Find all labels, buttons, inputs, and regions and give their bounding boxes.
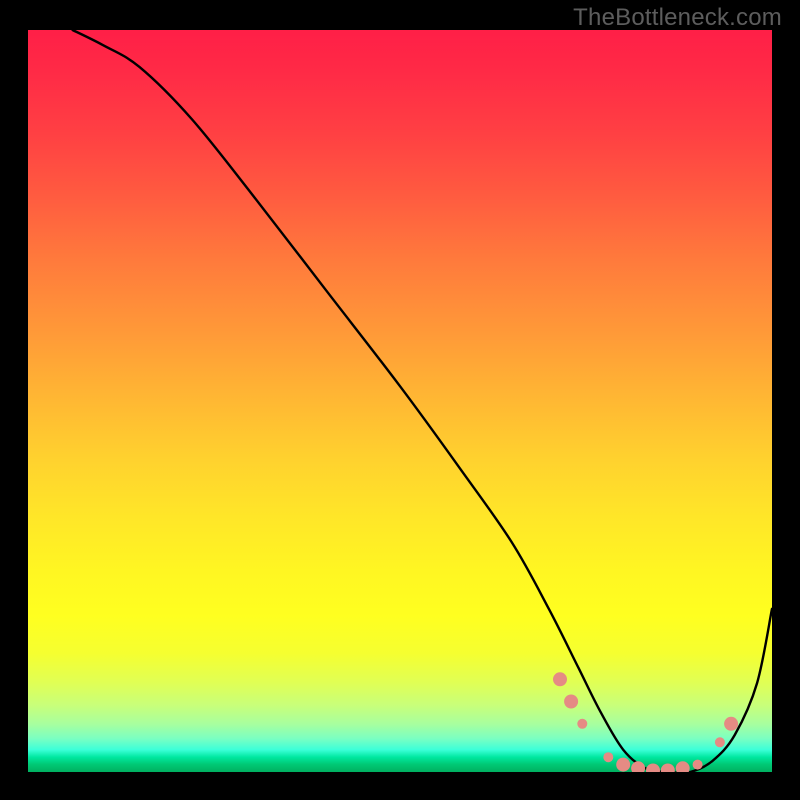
curve-layer [28,30,772,772]
highlight-dot [646,764,660,773]
highlight-dot [603,752,613,762]
highlight-dot [715,737,725,747]
watermark-text: TheBottleneck.com [573,4,782,32]
highlight-dot [577,719,587,729]
highlight-dot [661,764,675,773]
highlight-dot [631,761,645,772]
highlight-dot [676,761,690,772]
highlight-dot [564,695,578,709]
highlight-dots [553,672,738,772]
highlight-dot [693,760,703,770]
highlight-dot [616,758,630,772]
bottleneck-curve [73,30,772,772]
plot-area [28,30,772,772]
highlight-dot [724,717,738,731]
highlight-dot [553,672,567,686]
chart-frame: TheBottleneck.com [0,0,800,800]
